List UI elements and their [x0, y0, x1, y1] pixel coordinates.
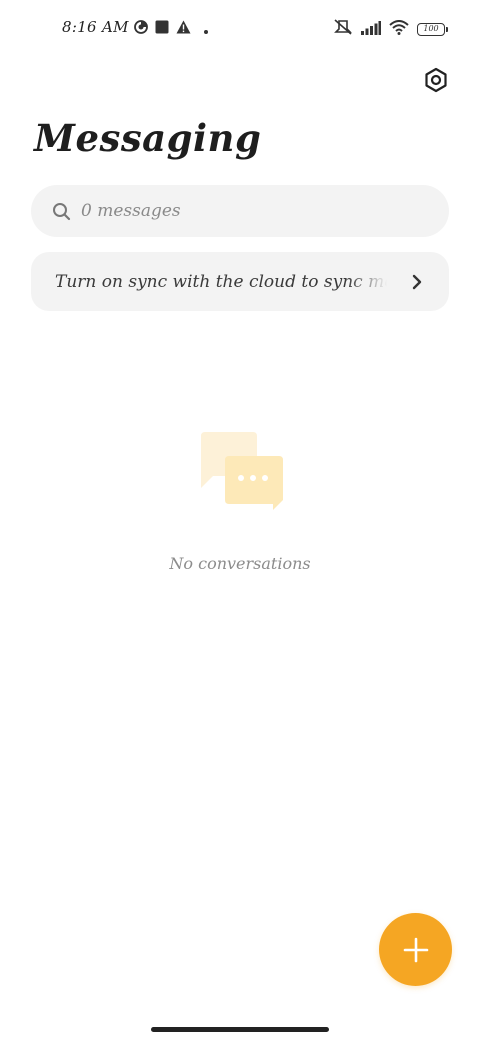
battery-icon: 100 [417, 22, 448, 36]
warning-icon [176, 19, 191, 38]
sync-banner-text: Turn on sync with the cloud to sync mess… [55, 271, 387, 292]
page-title: Messaging [34, 116, 262, 160]
plus-icon [403, 937, 428, 962]
square-notification-icon [155, 19, 169, 38]
battery-level: 100 [417, 22, 445, 36]
sync-banner[interactable]: Turn on sync with the cloud to sync mess… [31, 252, 449, 311]
new-conversation-button[interactable] [379, 913, 452, 986]
signal-icon [361, 20, 381, 39]
wifi-icon [389, 19, 409, 39]
mute-icon [333, 19, 353, 39]
settings-button[interactable] [420, 64, 452, 96]
status-bar: 8:16 AM 100 [0, 14, 480, 42]
status-time: 8:16 AM [62, 18, 129, 36]
status-left-icons [134, 19, 208, 38]
dot-icon [204, 19, 208, 38]
search-bar[interactable] [31, 185, 449, 237]
empty-state-text: No conversations [169, 554, 311, 573]
search-input[interactable] [81, 201, 401, 221]
search-icon [51, 201, 71, 221]
data-saver-icon [134, 19, 148, 38]
home-indicator[interactable] [151, 1027, 329, 1032]
settings-icon [425, 67, 447, 93]
chevron-right-icon [409, 272, 425, 292]
status-right-icons: 100 [333, 19, 448, 39]
chat-bubbles-icon [193, 428, 289, 514]
